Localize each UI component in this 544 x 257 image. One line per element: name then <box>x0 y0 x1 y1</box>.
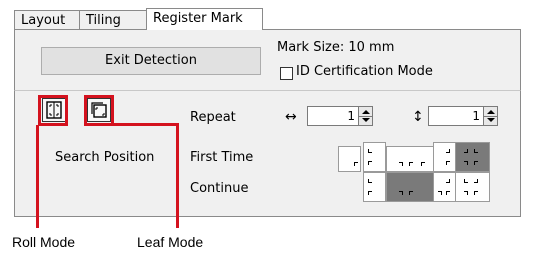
continue-label: Continue <box>190 181 249 196</box>
roll-mode-button[interactable] <box>42 98 66 122</box>
continue-option-2-selected[interactable] <box>386 172 434 202</box>
mark-size-label: Mark Size: 10 mm <box>277 40 395 55</box>
horizontal-arrow-icon: ↔ <box>285 109 297 125</box>
repeat-label: Repeat <box>190 110 236 125</box>
first-time-option-5-selected[interactable] <box>455 142 490 172</box>
repeat-vertical-spinner[interactable] <box>483 106 498 126</box>
leaf-mode-caption: Leaf Mode <box>137 234 204 250</box>
first-time-option-1[interactable] <box>338 146 361 172</box>
leaf-mode-highlight-top <box>84 95 114 98</box>
roll-mode-highlight-bottom <box>38 123 68 126</box>
continue-option-3[interactable] <box>433 172 456 202</box>
roll-mode-icon <box>46 101 62 119</box>
tab-layout-label: Layout <box>21 13 66 28</box>
leaf-mode-leader-v <box>176 123 179 228</box>
repeat-horizontal-spinner[interactable] <box>358 106 373 126</box>
continue-option-1[interactable] <box>363 172 386 202</box>
roll-mode-highlight-left <box>38 95 41 125</box>
spin-down-icon[interactable] <box>487 118 495 122</box>
exit-detection-button[interactable]: Exit Detection <box>41 47 261 75</box>
first-time-option-2[interactable] <box>363 142 386 172</box>
leaf-mode-icon <box>91 102 107 118</box>
roll-mode-highlight <box>38 95 68 98</box>
repeat-vertical-input[interactable]: 1 <box>428 106 484 126</box>
leaf-mode-highlight-bottom <box>84 123 114 126</box>
tab-tiling[interactable]: Tiling <box>79 10 147 30</box>
spin-down-icon[interactable] <box>362 118 370 122</box>
id-certification-checkbox[interactable] <box>280 67 293 80</box>
first-time-label: First Time <box>190 150 254 165</box>
tab-register-mark[interactable]: Register Mark <box>146 8 263 30</box>
vertical-arrow-icon: ↕ <box>412 109 424 125</box>
leaf-mode-highlight-right <box>111 95 114 125</box>
repeat-horizontal-input[interactable]: 1 <box>307 106 359 126</box>
roll-mode-leader <box>36 125 39 228</box>
first-time-option-4[interactable] <box>433 142 456 172</box>
roll-mode-highlight-right <box>65 95 68 125</box>
tab-tiling-label: Tiling <box>86 13 121 28</box>
leaf-mode-button[interactable] <box>87 98 111 122</box>
leaf-mode-leader-h <box>112 123 178 126</box>
id-certification-label[interactable]: ID Certification Mode <box>296 64 433 79</box>
spin-up-icon[interactable] <box>487 110 495 114</box>
tab-register-mark-label: Register Mark <box>153 11 243 26</box>
continue-option-4[interactable] <box>455 172 490 202</box>
first-time-option-3[interactable] <box>386 146 434 172</box>
leaf-mode-highlight-left <box>84 95 87 125</box>
exit-detection-label: Exit Detection <box>105 53 197 68</box>
search-position-label: Search Position <box>55 150 155 165</box>
roll-mode-caption: Roll Mode <box>12 234 76 250</box>
tab-layout[interactable]: Layout <box>14 10 80 30</box>
spin-up-icon[interactable] <box>362 110 370 114</box>
